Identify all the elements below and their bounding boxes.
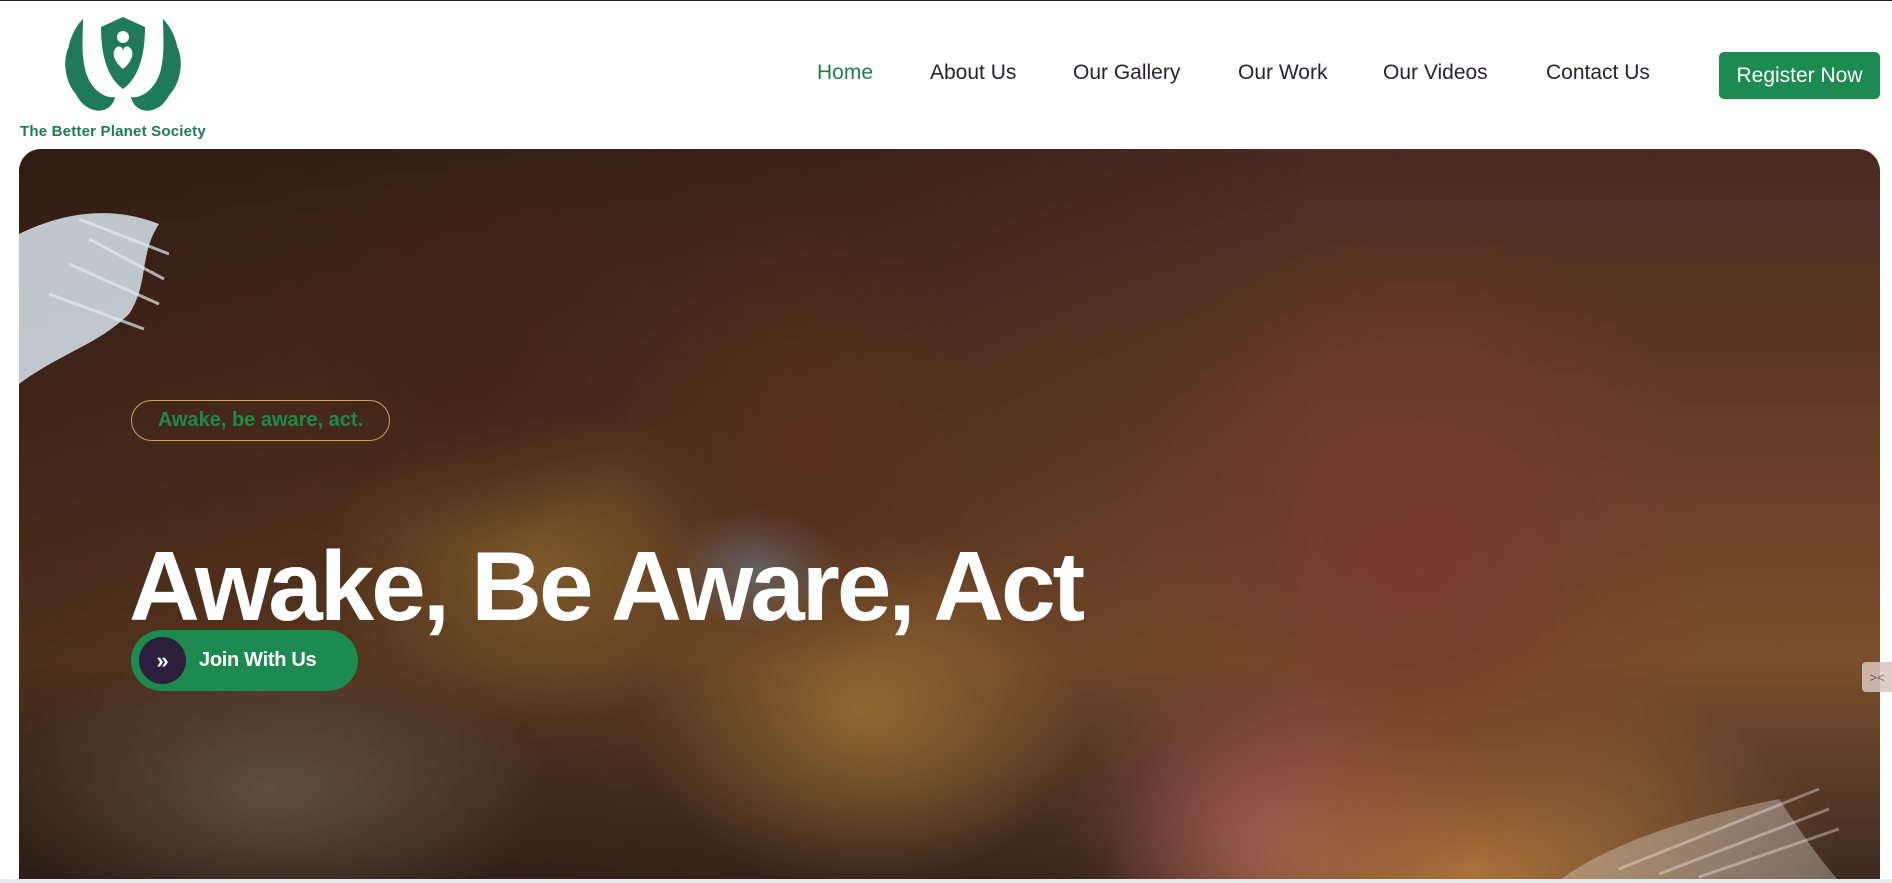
side-toggle-tab[interactable]: >< <box>1862 662 1892 692</box>
nav-home[interactable]: Home <box>817 61 873 85</box>
logo-text: The Better Planet Society <box>20 123 206 140</box>
hero-banner: Awake, be aware, act. Awake, Be Aware, A… <box>19 149 1880 881</box>
join-with-us-button[interactable]: » Join With Us <box>131 630 358 691</box>
nav-contact-us[interactable]: Contact Us <box>1546 61 1650 85</box>
bottom-scroll-strip <box>0 879 1892 883</box>
nav-about-us[interactable]: About Us <box>930 61 1016 85</box>
nav-our-work[interactable]: Our Work <box>1238 61 1327 85</box>
brush-stroke-decoration-bottom <box>1559 787 1840 881</box>
register-now-button[interactable]: Register Now <box>1719 52 1880 99</box>
join-with-us-label: Join With Us <box>199 649 317 671</box>
hero-tagline-pill: Awake, be aware, act. <box>131 400 390 441</box>
logo[interactable]: The Better Planet Society <box>18 9 218 147</box>
nav-our-videos[interactable]: Our Videos <box>1383 61 1488 85</box>
hands-heart-shield-icon <box>65 17 181 111</box>
nav-our-gallery[interactable]: Our Gallery <box>1073 61 1180 85</box>
hero-headline: Awake, Be Aware, Act <box>129 530 1085 641</box>
brush-stroke-decoration <box>19 213 169 384</box>
site-header: The Better Planet Society Home About Us … <box>0 1 1892 149</box>
double-chevron-right-icon: » <box>139 637 186 684</box>
